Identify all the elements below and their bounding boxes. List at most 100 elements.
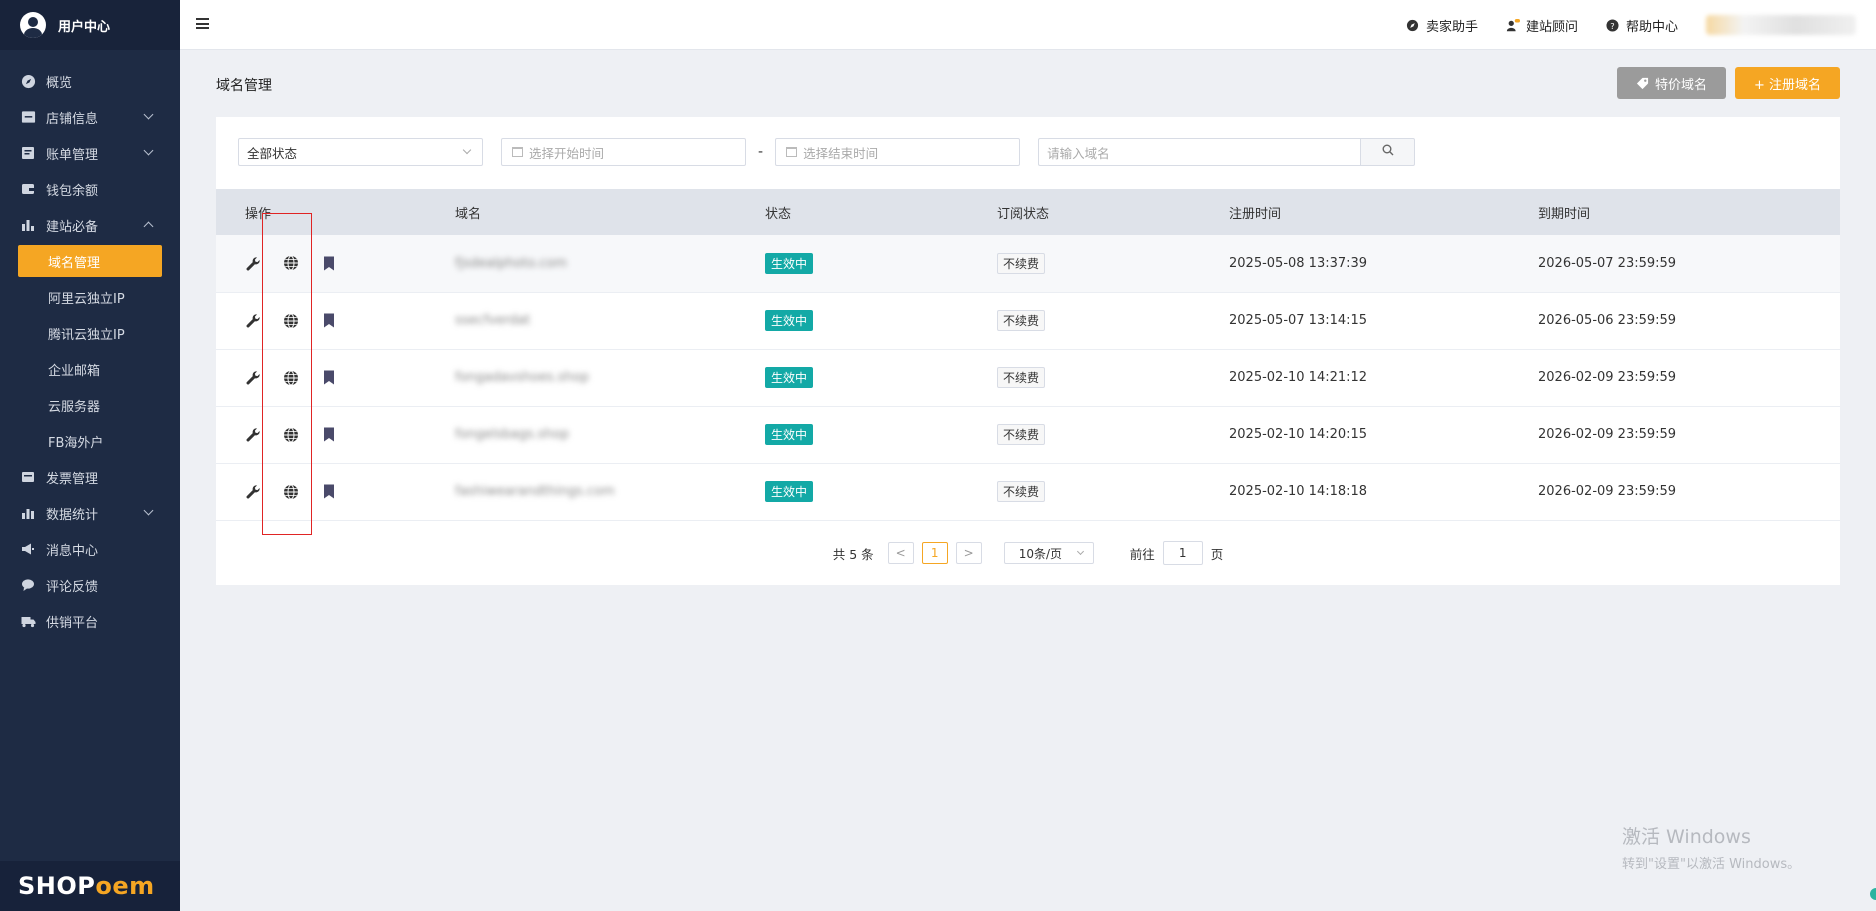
- user-advisor-icon: [1506, 18, 1520, 32]
- sidebar-header[interactable]: 用户中心: [0, 0, 180, 50]
- prev-page-button[interactable]: <: [887, 542, 914, 564]
- sidebar-subitem-cloud-server[interactable]: 云服务器: [0, 387, 180, 423]
- globe-icon[interactable]: [283, 313, 299, 329]
- start-date-input[interactable]: 选择开始时间: [501, 138, 746, 166]
- wallet-icon: [20, 181, 36, 197]
- sidebar-item-label: 发票管理: [46, 471, 99, 487]
- page-title: 域名管理: [216, 78, 272, 94]
- next-page-button[interactable]: >: [955, 542, 982, 564]
- bookmark-icon[interactable]: [321, 427, 337, 443]
- sidebar-subitem-fb-account[interactable]: FB海外户: [0, 423, 180, 459]
- chevron-up-icon: [143, 221, 154, 232]
- wrench-icon[interactable]: [245, 255, 261, 271]
- chat-icon: [20, 577, 36, 593]
- domain-search-input[interactable]: 请输入域名: [1038, 138, 1361, 166]
- subscription-cell: 不续费: [997, 463, 1229, 521]
- wrench-icon[interactable]: [245, 484, 261, 500]
- domain-search-placeholder: 请输入域名: [1047, 145, 1110, 161]
- registered-time: 2025-02-10 14:21:12: [1229, 349, 1538, 407]
- special-domain-button[interactable]: 特价域名: [1617, 67, 1726, 99]
- sidebar-item-label: 消息中心: [46, 543, 99, 559]
- sidebar-item-messages[interactable]: 消息中心: [0, 531, 180, 567]
- chevron-down-icon: [143, 505, 154, 516]
- globe-icon[interactable]: [283, 370, 299, 386]
- chevron-down-icon: [462, 145, 472, 155]
- wrench-icon[interactable]: [245, 427, 261, 443]
- menu-toggle-icon[interactable]: [196, 18, 209, 29]
- sidebar-item-label: 账单管理: [46, 147, 99, 163]
- wrench-icon[interactable]: [245, 313, 261, 329]
- sidebar-subitem-aliyun-ip[interactable]: 阿里云独立IP: [0, 279, 180, 315]
- table-row: fongelsbags.shop 生效中 不续费 2025-02-10 14:20:1…: [216, 406, 1840, 464]
- sidebar-item-statistics[interactable]: 数据统计: [0, 495, 180, 531]
- sidebar-subitem-tencent-ip[interactable]: 腾讯云独立IP: [0, 315, 180, 351]
- truck-icon: [20, 613, 36, 629]
- domain-search: 请输入域名: [1038, 138, 1416, 166]
- table-row: fongadavshoes.shop 生效中 不续费 2025-02-10 14:21…: [216, 349, 1840, 407]
- user-account-menu[interactable]: [1706, 15, 1856, 35]
- status-select[interactable]: 全部状态: [238, 138, 483, 166]
- subscription-badge: 不续费: [997, 367, 1046, 388]
- site-advisor-link[interactable]: 建站顾问: [1506, 16, 1578, 35]
- col-subscription[interactable]: 订阅状态: [997, 189, 1229, 235]
- brand-logo[interactable]: SHOPoem: [0, 861, 180, 911]
- wrench-icon[interactable]: [245, 370, 261, 386]
- status-badge: 生效中: [765, 481, 814, 502]
- row-actions: [245, 255, 455, 271]
- table-header-row: 操作 域名 状态 订阅状态 注册时间 到期时间: [216, 189, 1840, 235]
- status-badge: 生效中: [765, 367, 814, 388]
- bookmark-icon[interactable]: [321, 313, 337, 329]
- expiry-time: 2026-02-09 23:59:59: [1538, 463, 1840, 521]
- col-status[interactable]: 状态: [765, 189, 997, 235]
- expiry-time: 2026-05-07 23:59:59: [1538, 235, 1840, 293]
- col-domain[interactable]: 域名: [455, 189, 765, 235]
- page-size-select[interactable]: 10条/页: [1003, 542, 1094, 564]
- globe-icon[interactable]: [283, 484, 299, 500]
- sidebar-item-wallet[interactable]: 钱包余额: [0, 171, 180, 207]
- domain-name: fjsdealphoto.com: [455, 255, 567, 271]
- svg-text:?: ?: [1611, 20, 1615, 30]
- goto-page-input[interactable]: 1: [1162, 541, 1203, 565]
- globe-icon[interactable]: [283, 255, 299, 271]
- status-cell: 生效中: [765, 349, 997, 407]
- help-center-link[interactable]: ? 帮助中心: [1606, 16, 1678, 35]
- bar-chart-icon: [20, 217, 36, 233]
- sidebar-item-store[interactable]: 店铺信息: [0, 99, 180, 135]
- sidebar-item-distribution[interactable]: 供销平台: [0, 603, 180, 639]
- subscription-badge: 不续费: [997, 424, 1046, 445]
- search-icon: [1382, 144, 1394, 160]
- status-badge: 生效中: [765, 252, 814, 274]
- goto-page: 前往 1 页: [1130, 541, 1223, 565]
- search-button[interactable]: [1360, 138, 1416, 166]
- register-domain-label: + 注册域名: [1753, 77, 1822, 93]
- sidebar-subitem-enterprise-email[interactable]: 企业邮箱: [0, 351, 180, 387]
- sidebar-title: 用户中心: [58, 19, 111, 35]
- bookmark-icon[interactable]: [321, 484, 337, 500]
- end-date-input[interactable]: 选择结束时间: [775, 138, 1021, 166]
- bookmark-icon[interactable]: [321, 255, 337, 271]
- bookmark-icon[interactable]: [321, 370, 337, 386]
- sidebar-item-billing[interactable]: 账单管理: [0, 135, 180, 171]
- domain-name: fongelsbags.shop: [455, 427, 569, 442]
- seller-assistant-link[interactable]: 卖家助手: [1406, 16, 1478, 35]
- compass-icon: [1406, 18, 1420, 32]
- sidebar-item-label: 店铺信息: [46, 111, 99, 127]
- registered-time: 2025-02-10 14:18:18: [1229, 463, 1538, 521]
- col-registered[interactable]: 注册时间: [1229, 189, 1538, 235]
- actions-cell: [216, 292, 455, 350]
- page-number[interactable]: 1: [921, 542, 948, 564]
- col-expiry[interactable]: 到期时间: [1538, 189, 1840, 235]
- sidebar-item-feedback[interactable]: 评论反馈: [0, 567, 180, 603]
- sidebar-item-invoice[interactable]: 发票管理: [0, 459, 180, 495]
- sidebar-subitem-domain-management[interactable]: 域名管理: [18, 245, 162, 277]
- stats-icon: [20, 505, 36, 521]
- calendar-icon: [512, 147, 523, 157]
- globe-icon[interactable]: [283, 427, 299, 443]
- avatar[interactable]: [20, 12, 46, 38]
- domain-table: 操作 域名 状态 订阅状态 注册时间 到期时间 fjsdealphoto.com…: [216, 189, 1840, 521]
- row-actions: [245, 484, 455, 500]
- register-domain-button[interactable]: + 注册域名: [1735, 67, 1840, 99]
- sidebar-item-site-essentials[interactable]: 建站必备: [0, 207, 180, 243]
- sidebar-item-overview[interactable]: 概览: [0, 63, 180, 99]
- topbar: 卖家助手 建站顾问 ? 帮助中心: [180, 0, 1876, 50]
